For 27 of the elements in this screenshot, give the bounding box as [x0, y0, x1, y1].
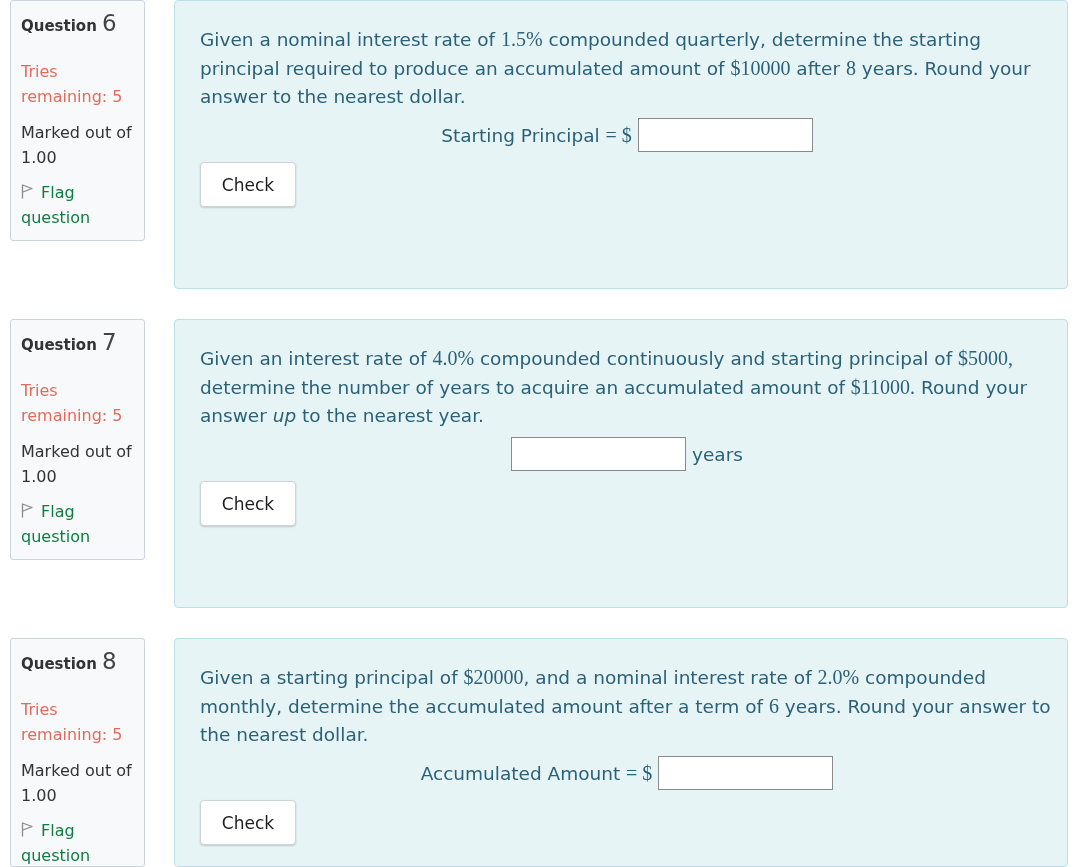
question-title: Question 6 [21, 9, 118, 38]
flag-question-link[interactable]: Flag question [21, 499, 140, 549]
flag-question-link[interactable]: Flag question [21, 180, 140, 230]
flag-icon [21, 822, 33, 837]
tries-remaining-text: Tries remaining: 5 [21, 699, 124, 746]
marked-out-of-text: Marked out of 1.00 [21, 441, 133, 488]
question-text: Given a starting principal of $20000, and a nominal interest rate of 2.0% compounded monthly, determine the accumulated amount after a term of 6 years. Round your answer to the nearest dollar. [200, 665, 1052, 747]
answer-field[interactable] [511, 437, 687, 471]
flag-icon [21, 503, 33, 518]
tries-remaining-text: Tries remaining: 5 [21, 61, 124, 108]
question-title: Question 7 [21, 328, 118, 357]
question-title: Question 8 [21, 647, 118, 676]
check-button[interactable]: Check [200, 481, 296, 526]
marked-out-of-text: Marked out of 1.00 [21, 122, 133, 169]
question-text: Given a nominal interest rate of 1.5% compounded quarterly, determine the starting principal required to produce an accumulated amount of $10000 after 8 years. Round your answer to the nearest dollar. [200, 27, 1032, 109]
answer-field[interactable] [658, 756, 834, 790]
flag-question-link[interactable]: Flag question [21, 818, 140, 866]
check-button[interactable]: Check [200, 162, 296, 207]
answer-field[interactable] [637, 118, 813, 152]
answer-label: Starting Principal = $ [441, 123, 632, 147]
flag-icon [21, 184, 33, 199]
answer-label: Accumulated Amount = $ [420, 761, 653, 785]
question-text: Given an interest rate of 4.0% compounded continuously and starting principal of $5000, determine the number of years to acquire an accumulated amount of $11000. Round your answer up to the nearest year. [200, 346, 1029, 428]
marked-out-of-text: Marked out of 1.00 [21, 760, 133, 807]
unit-label: years [692, 443, 743, 465]
check-button[interactable]: Check [200, 800, 296, 845]
tries-remaining-text: Tries remaining: 5 [21, 380, 124, 427]
